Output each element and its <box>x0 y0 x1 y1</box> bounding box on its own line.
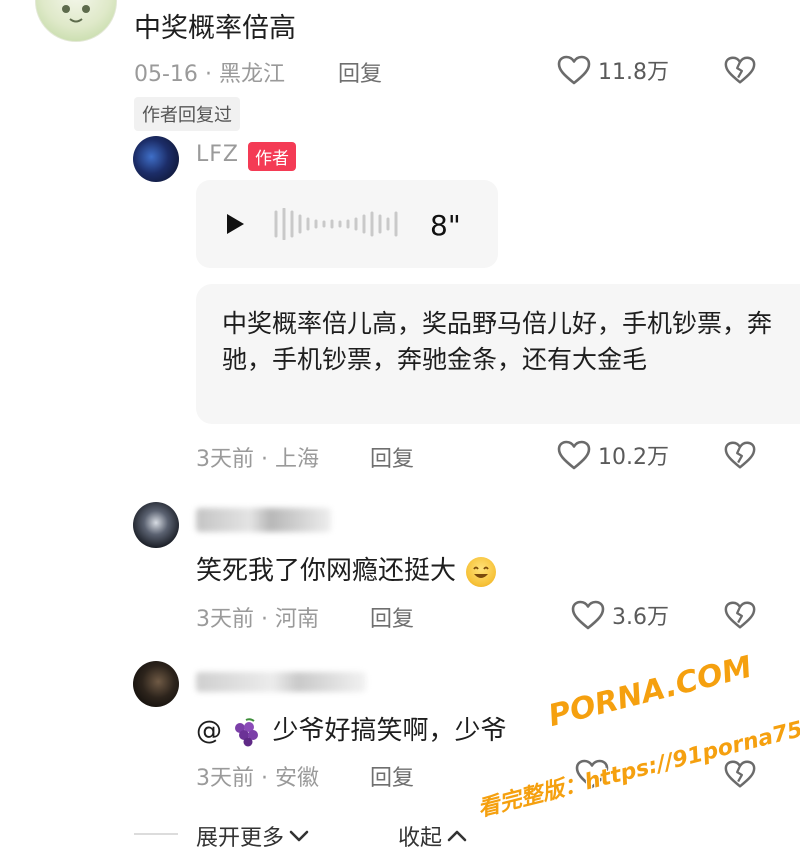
comment-date: 05-16 · 黑龙江 <box>134 56 285 88</box>
username-blurred[interactable] <box>196 508 331 532</box>
chevron-down-icon <box>289 830 309 842</box>
comment-date-text: 3天前 <box>196 607 254 632</box>
broken-heart-icon <box>724 441 756 469</box>
broken-heart-icon <box>724 601 756 629</box>
like-button[interactable]: 11.8万 <box>556 52 669 88</box>
watermark-url-prefix: 看完整版： <box>475 771 589 823</box>
meta-separator: · <box>261 766 275 791</box>
comment-text: 笑死我了你网瘾还挺大 <box>196 550 497 587</box>
dislike-button[interactable] <box>722 437 758 473</box>
like-button[interactable]: 10.2万 <box>556 437 669 473</box>
comment-text: @ 少爷好搞笑啊，少爷 <box>196 710 507 747</box>
username-blurred[interactable] <box>196 672 366 692</box>
reply-button[interactable]: 回复 <box>370 760 414 792</box>
collapse-button[interactable]: 收起 <box>398 820 467 852</box>
author-replied-tag: 作者回复过 <box>134 97 240 131</box>
comment-text-content: 少爷好搞笑啊，少爷 <box>272 716 507 746</box>
comment-text-content: 笑死我了你网瘾还挺大 <box>196 556 457 586</box>
avatar-top-commenter[interactable] <box>35 0 117 42</box>
footer-divider <box>134 833 178 835</box>
author-reply-bubble: 中奖概率倍儿高，奖品野马倍儿好，手机钞票，奔驰，手机钞票，奔驰金条，还有大金毛 <box>196 284 800 424</box>
watermark-site: PORNA.COM <box>545 649 756 734</box>
play-icon <box>227 214 244 234</box>
avatar-author[interactable] <box>133 136 179 182</box>
chevron-up-icon <box>447 830 467 842</box>
author-reply-meta: 3天前 · 上海 <box>196 441 319 473</box>
cartoon-face-icon <box>62 5 90 23</box>
comment-date-text: 3天前 <box>196 766 254 791</box>
grapes-emoji-icon <box>230 717 260 747</box>
comment-date-text: 05-16 <box>134 62 198 87</box>
meta-separator: · <box>261 447 275 472</box>
reply-button[interactable]: 回复 <box>370 601 414 633</box>
dislike-button[interactable] <box>722 597 758 633</box>
comment-location: 河南 <box>275 607 320 632</box>
avatar-replier[interactable] <box>133 502 179 548</box>
author-reply-text: 中奖概率倍儿高，奖品野马倍儿好，手机钞票，奔驰，手机钞票，奔驰金条，还有大金毛 <box>222 309 773 374</box>
mention-text[interactable]: @ <box>196 716 222 746</box>
comment-date-text: 3天前 <box>196 447 254 472</box>
author-badge: 作者 <box>248 142 296 171</box>
meta-separator: · <box>204 62 219 87</box>
laughing-emoji-icon <box>466 556 497 587</box>
comment-location: 上海 <box>275 447 320 472</box>
expand-more-label: 展开更多 <box>196 826 285 851</box>
heart-icon <box>557 440 591 470</box>
voice-message[interactable]: 8" <box>196 180 498 268</box>
reply-meta: 3天前 · 安徽 <box>196 760 319 792</box>
like-count: 3.6万 <box>612 605 669 630</box>
voice-duration: 8" <box>430 209 461 242</box>
broken-heart-icon <box>724 56 756 84</box>
comment-location: 安徽 <box>275 766 320 791</box>
waveform-icon <box>274 208 398 240</box>
reply-button[interactable]: 回复 <box>370 441 414 473</box>
broken-heart-icon <box>724 760 756 788</box>
heart-icon <box>571 600 605 630</box>
reply-meta: 3天前 · 河南 <box>196 601 319 633</box>
author-username[interactable]: LFZ <box>196 142 239 167</box>
like-button[interactable]: 3.6万 <box>570 597 669 633</box>
like-count: 10.2万 <box>598 445 669 470</box>
comment-location: 黑龙江 <box>218 62 285 87</box>
meta-separator: · <box>261 607 275 632</box>
heart-icon <box>557 55 591 85</box>
collapse-label: 收起 <box>398 826 443 851</box>
reply-button[interactable]: 回复 <box>338 56 382 88</box>
expand-more-button[interactable]: 展开更多 <box>196 820 309 852</box>
like-count: 11.8万 <box>598 60 669 85</box>
dislike-button[interactable] <box>722 52 758 88</box>
comment-text: 中奖概率倍高 <box>134 13 296 44</box>
avatar-replier[interactable] <box>133 661 179 707</box>
